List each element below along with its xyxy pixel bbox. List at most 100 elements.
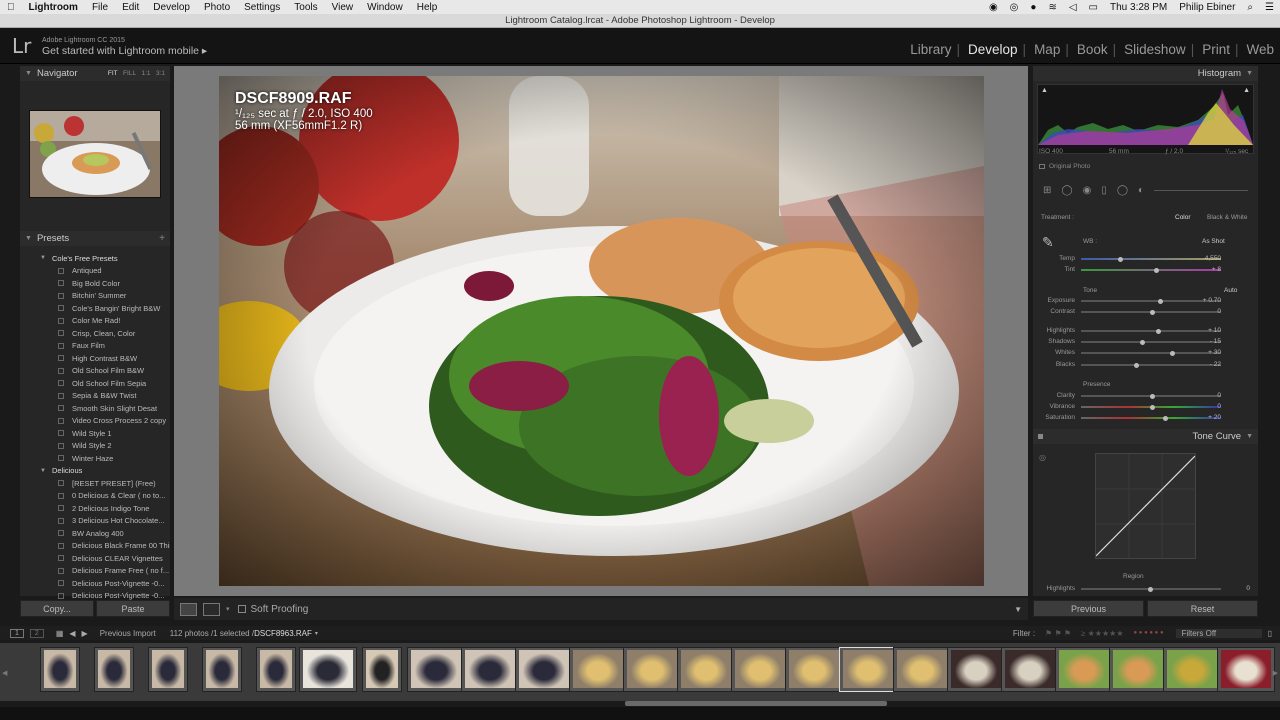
slider-value-shadows[interactable]: - 15 xyxy=(1191,338,1221,345)
menu-develop[interactable]: Develop xyxy=(146,2,197,13)
preset-item[interactable]: Color Me Rad! xyxy=(20,315,170,328)
brush-slider[interactable] xyxy=(1154,189,1248,191)
preset-item[interactable]: Smooth Skin Slight Desat xyxy=(20,402,170,415)
wb-eyedropper-icon[interactable]: ✎ xyxy=(1042,234,1054,251)
crop-tool-icon[interactable]: ⊞ xyxy=(1043,185,1051,196)
filmstrip-thumbnail[interactable] xyxy=(839,647,897,692)
preset-item[interactable]: 3 Delicious Hot Chocolate... xyxy=(20,515,170,528)
grid-view-icon[interactable]: ▦ xyxy=(56,629,64,638)
preset-item[interactable]: Old School Film Sepia xyxy=(20,377,170,390)
menu-settings[interactable]: Settings xyxy=(237,2,287,13)
module-print[interactable]: Print xyxy=(1194,42,1230,57)
preset-item[interactable]: Delicious Black Frame 00 Thin xyxy=(20,540,170,553)
zoom-fit[interactable]: FIT xyxy=(108,70,118,77)
filmstrip-thumbnail[interactable] xyxy=(362,647,402,692)
wb-value[interactable]: As Shot xyxy=(1202,238,1225,245)
status-icon-1[interactable]: ◉ xyxy=(983,2,1004,13)
toolbar-dropdown-icon[interactable]: ▾ xyxy=(226,605,230,613)
preset-item[interactable]: Winter Haze xyxy=(20,452,170,465)
menu-photo[interactable]: Photo xyxy=(197,2,237,13)
treatment-color[interactable]: Color xyxy=(1175,214,1191,221)
menu-lightroom[interactable]: Lightroom xyxy=(22,2,85,13)
preset-item[interactable]: Cole's Bangin' Bright B&W xyxy=(20,302,170,315)
filmstrip-thumbnail[interactable] xyxy=(947,647,1005,692)
highlight-clipping-icon[interactable]: ▲ xyxy=(1243,87,1250,94)
status-icon-3[interactable]: ● xyxy=(1024,2,1042,13)
menu-view[interactable]: View xyxy=(325,2,361,13)
preset-item[interactable]: 2 Delicious Indigo Tone xyxy=(20,502,170,515)
slider-value-saturation[interactable]: + 20 xyxy=(1191,414,1221,421)
photo-canvas[interactable]: DSCF8909.RAF ¹/₁₂₅ sec at ƒ / 2.0, ISO 4… xyxy=(174,66,1028,596)
slider-knob[interactable] xyxy=(1149,309,1155,315)
curve-highlights-slider[interactable] xyxy=(1081,586,1221,592)
module-book[interactable]: Book xyxy=(1069,42,1108,57)
filmstrip-thumbnail[interactable] xyxy=(407,647,465,692)
slider-value-exposure[interactable]: + 0.70 xyxy=(1191,297,1221,304)
rating-filters[interactable]: ≥ ★★★★★ xyxy=(1081,629,1123,638)
shadow-clipping-icon[interactable]: ▲ xyxy=(1041,87,1048,94)
add-preset-icon[interactable]: + xyxy=(159,233,165,244)
filmstrip-thumbnail[interactable] xyxy=(623,647,681,692)
main-window-button[interactable]: 1 xyxy=(10,628,24,638)
slider-knob[interactable] xyxy=(1139,339,1145,345)
filmstrip-thumbnail[interactable] xyxy=(569,647,627,692)
soft-proofing-checkbox[interactable] xyxy=(237,605,246,613)
filmstrip-thumbnail[interactable] xyxy=(677,647,735,692)
filmstrip-selected-file[interactable]: DSCF8963.RAF xyxy=(254,629,312,638)
preset-item[interactable]: Old School Film B&W xyxy=(20,365,170,378)
menu-help[interactable]: Help xyxy=(410,2,445,13)
filmstrip-thumbnail[interactable] xyxy=(299,647,357,692)
filmstrip-thumbnail[interactable] xyxy=(1109,647,1167,692)
module-develop[interactable]: Develop xyxy=(960,42,1018,57)
spotlight-search-icon[interactable]: ⌕ xyxy=(1241,2,1259,13)
filmstrip-thumbnail[interactable] xyxy=(1217,647,1275,692)
menu-file[interactable]: File xyxy=(85,2,115,13)
filmstrip-thumbnail[interactable] xyxy=(94,647,134,692)
identity-line-2[interactable]: Get started with Lightroom mobile ▸ xyxy=(42,45,207,57)
curve-highlights-value[interactable]: 0 xyxy=(1220,585,1250,592)
collapse-triangle-icon[interactable]: ▼ xyxy=(25,235,32,242)
back-arrow-icon[interactable]: ◀ xyxy=(69,629,75,638)
preset-item[interactable]: Faux Film xyxy=(20,340,170,353)
photo-preview[interactable]: DSCF8909.RAF ¹/₁₂₅ sec at ƒ / 2.0, ISO 4… xyxy=(219,76,984,586)
volume-icon[interactable]: ◁ xyxy=(1063,2,1083,13)
module-slideshow[interactable]: Slideshow xyxy=(1116,42,1186,57)
before-after-view-icon[interactable] xyxy=(203,602,220,616)
zoom-3-1[interactable]: 3:1 xyxy=(156,70,165,77)
navigator-header[interactable]: ▼ Navigator FIT FILL 1:1 3:1 xyxy=(20,66,170,81)
menu-window[interactable]: Window xyxy=(360,2,410,13)
filmstrip-thumbnail[interactable] xyxy=(515,647,573,692)
slider-knob[interactable] xyxy=(1149,404,1155,410)
filmstrip-thumbnail[interactable] xyxy=(785,647,843,692)
filmstrip-thumbnail[interactable] xyxy=(148,647,188,692)
preset-item[interactable]: Delicious Post-Vignette -0... xyxy=(20,577,170,590)
filter-lock-icon[interactable]: ▯ xyxy=(1268,629,1272,638)
collapse-triangle-icon[interactable]: ▼ xyxy=(1246,433,1253,440)
toolbar-menu-icon[interactable]: ▼ xyxy=(1014,605,1022,614)
reset-button[interactable]: Reset xyxy=(1147,600,1258,617)
slider-knob[interactable] xyxy=(1157,298,1163,304)
treatment-bw[interactable]: Black & White xyxy=(1207,214,1247,221)
preset-item[interactable]: 0 Delicious & Clear ( no to... xyxy=(20,490,170,503)
graduated-filter-icon[interactable]: ▯ xyxy=(1101,185,1107,196)
preset-item[interactable]: Wild Style 1 xyxy=(20,427,170,440)
slider-knob[interactable] xyxy=(1153,267,1159,273)
slider-value-vibrance[interactable]: 0 xyxy=(1191,403,1221,410)
source-dropdown-icon[interactable]: ▾ xyxy=(315,630,318,637)
menu-clock[interactable]: Thu 3:28 PM xyxy=(1104,2,1173,13)
slider-value-temp[interactable]: 4,550 xyxy=(1191,255,1221,262)
preset-item[interactable]: [RESET PRESET] (Free) xyxy=(20,477,170,490)
slider-knob[interactable] xyxy=(1149,393,1155,399)
collapse-triangle-icon[interactable]: ▼ xyxy=(1246,70,1253,77)
tone-auto[interactable]: Auto xyxy=(1224,287,1237,294)
slider-knob[interactable] xyxy=(1163,415,1169,421)
filmstrip-thumbnail[interactable] xyxy=(731,647,789,692)
slider-value-tint[interactable]: + 8 xyxy=(1191,266,1221,273)
folder-triangle-icon[interactable]: ▼ xyxy=(40,468,46,474)
slider-value-highlights[interactable]: + 10 xyxy=(1191,327,1221,334)
red-eye-icon[interactable]: ◉ xyxy=(1083,185,1092,196)
slider-knob[interactable] xyxy=(1134,362,1140,368)
preset-item[interactable]: High Contrast B&W xyxy=(20,352,170,365)
slider-knob[interactable] xyxy=(1156,328,1162,334)
navigator-preview[interactable] xyxy=(29,110,161,198)
